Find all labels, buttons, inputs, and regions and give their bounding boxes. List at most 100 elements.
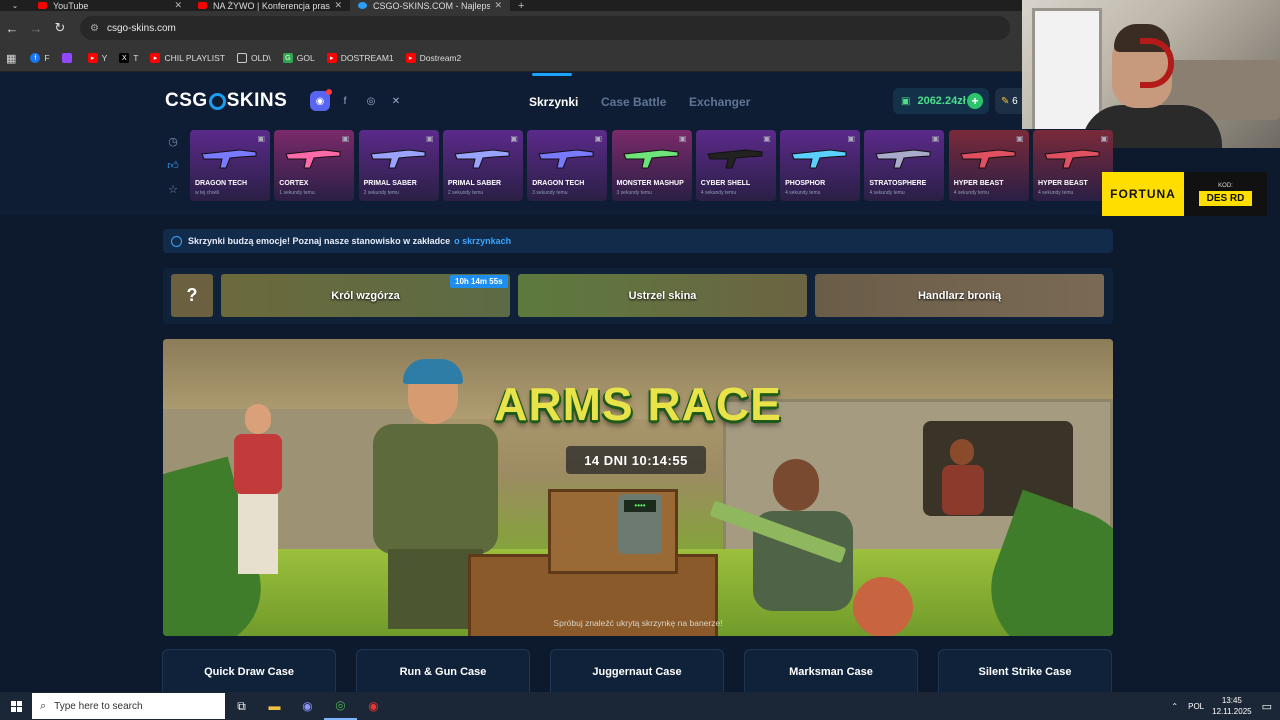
drop-item[interactable]: ▣ HYPER BEAST 4 sekundy temu bbox=[1033, 130, 1113, 201]
drop-time: 4 sekundy temu bbox=[700, 190, 737, 196]
drop-time: 4 sekundy temu bbox=[785, 190, 821, 196]
case-icon: ▣ bbox=[257, 134, 265, 143]
drop-item[interactable]: ▣ CYBER SHELL 4 sekundy temu bbox=[695, 130, 776, 201]
x-icon: X bbox=[119, 53, 130, 63]
star-icon[interactable]: ☆ bbox=[166, 183, 180, 196]
nav-active-indicator bbox=[532, 73, 572, 76]
thumbs-up-icon[interactable]: 👍︎ bbox=[166, 159, 180, 172]
site-info-icon[interactable]: ⚙ bbox=[90, 23, 99, 34]
apps-grid-icon[interactable]: ▦ bbox=[6, 52, 16, 65]
add-funds-button[interactable]: + bbox=[967, 93, 983, 109]
weapon-skin-image bbox=[874, 144, 932, 170]
language-indicator[interactable]: POL bbox=[1188, 702, 1204, 711]
drop-time: w tej chwili bbox=[195, 190, 219, 196]
drop-name: DRAGON TECH bbox=[195, 180, 248, 187]
discord-taskbar-icon[interactable]: ◉ bbox=[291, 692, 324, 720]
drop-item[interactable]: ▣ DRAGON TECH w tej chwili bbox=[190, 130, 270, 201]
coins-widget[interactable]: ✎ 6 bbox=[995, 88, 1022, 114]
case-icon: ▣ bbox=[341, 134, 350, 143]
tab-title: CSGO-SKINS.COM - Najlepsze bbox=[373, 0, 491, 11]
drop-name: CYBER SHELL bbox=[700, 180, 751, 187]
weapon-skin-image bbox=[959, 144, 1017, 170]
chevron-up-icon[interactable]: ⌃ bbox=[1171, 702, 1178, 711]
site-logo[interactable]: CSG SKINS bbox=[165, 90, 287, 112]
banner-title: ARMS RACE bbox=[494, 378, 782, 430]
facebook-icon[interactable]: f bbox=[335, 91, 355, 111]
discord-icon[interactable]: ◉ bbox=[310, 89, 332, 111]
drop-name: STRATOSPHERE bbox=[869, 180, 927, 187]
case-card[interactable]: Marksman Case bbox=[744, 649, 918, 693]
url-input[interactable]: ⚙ csgo-skins.com bbox=[80, 16, 1010, 40]
tab-csgo-skins[interactable]: CSGO-SKINS.COM - Najlepsze ✕ bbox=[350, 0, 510, 11]
drop-item[interactable]: ▣ STRATOSPHERE 4 sekundy temu bbox=[864, 130, 945, 201]
event-ustrzel-skina[interactable]: Ustrzel skina bbox=[518, 274, 807, 317]
balance-widget[interactable]: ▣ 2062.24zł + bbox=[893, 88, 989, 114]
tab-youtube[interactable]: YouTube ✕ bbox=[30, 0, 190, 11]
logo-target-icon bbox=[208, 92, 226, 110]
drop-item[interactable]: ▣ PRIMAL SABER 2 sekundy temu bbox=[442, 130, 523, 201]
tab-search-icon[interactable]: ⌄ bbox=[0, 0, 30, 11]
soldier-character-image bbox=[938, 439, 988, 519]
event-handlarz-bronia[interactable]: Handlarz bronią bbox=[815, 274, 1104, 317]
case-card[interactable]: Quick Draw Case bbox=[162, 649, 336, 693]
drop-item[interactable]: ▣ PHOSPHOR 4 sekundy temu bbox=[780, 130, 861, 201]
drop-name: CORTEX bbox=[279, 180, 309, 187]
x-icon[interactable]: ✕ bbox=[386, 91, 406, 111]
file-explorer-icon[interactable]: ▬ bbox=[258, 692, 291, 720]
address-bar-row: ← → ↻ ⚙ csgo-skins.com bbox=[0, 11, 1022, 45]
windows-start-icon[interactable] bbox=[0, 692, 32, 720]
drop-item[interactable]: ▣ MONSTER MASHUP 3 sekundy temu bbox=[611, 130, 692, 201]
arms-race-banner[interactable]: •••• ARMS RACE 14 DNI 10:14:55 Spróbuj z… bbox=[163, 339, 1113, 636]
case-icon: ▣ bbox=[594, 134, 603, 143]
bookmark-gol[interactable]: G GOL bbox=[282, 53, 315, 63]
fortuna-logo: FORTUNA bbox=[1102, 172, 1184, 216]
site-header bbox=[0, 72, 1022, 129]
close-tab-icon[interactable]: ✕ bbox=[174, 0, 182, 11]
clock-icon[interactable]: ◷ bbox=[166, 135, 180, 148]
task-view-icon[interactable]: ⧉ bbox=[225, 692, 258, 720]
nav-exchanger[interactable]: Exchanger bbox=[689, 95, 750, 109]
bookmark-t[interactable]: XT bbox=[119, 53, 138, 63]
bookmark-chil-playlist[interactable]: ▸ CHIL PLAYLIST bbox=[150, 53, 225, 63]
case-icon: ▣ bbox=[1016, 134, 1024, 143]
drop-item[interactable]: ▣ HYPER BEAST 4 sekundy temu bbox=[948, 130, 1029, 201]
drop-item[interactable]: ▣ CORTEX 1 sekundy temu bbox=[274, 130, 355, 201]
drop-item[interactable]: ▣ PRIMAL SABER 2 sekundy temu bbox=[358, 130, 439, 201]
nav-case-battle[interactable]: Case Battle bbox=[601, 95, 666, 109]
chrome-taskbar-icon[interactable]: ◎ bbox=[324, 692, 357, 720]
system-tray: ⌃ POL 13:45 12.11.2025 ▭ bbox=[1171, 692, 1280, 720]
tab-konferencja[interactable]: NA ŻYWO | Konferencja prasow ✕ bbox=[190, 0, 350, 11]
forward-icon[interactable]: → bbox=[24, 21, 48, 36]
case-card[interactable]: Run & Gun Case bbox=[356, 649, 530, 693]
info-link[interactable]: o skrzynkach bbox=[454, 236, 511, 246]
case-card[interactable]: Juggernaut Case bbox=[550, 649, 724, 693]
bookmark-y[interactable]: ▸ Y bbox=[87, 53, 107, 63]
bookmarks-bar: ▦ fF ▸ Y XT ▸ CHIL PLAYLIST OLD\ G GOL ▸ DOS… bbox=[0, 45, 1022, 72]
bookmark-dostream1[interactable]: ▸ DOSTREAM1 bbox=[326, 53, 394, 63]
reload-icon[interactable]: ↻ bbox=[48, 20, 72, 36]
banner-hint: Spróbuj znaleźć ukrytą skrzynkę na baner… bbox=[553, 618, 723, 628]
obs-taskbar-icon[interactable]: ◉ bbox=[357, 692, 390, 720]
bookmark-old[interactable]: OLD\ bbox=[236, 53, 271, 63]
weapon-skin-image bbox=[622, 144, 680, 170]
bookmark-twitch[interactable] bbox=[61, 53, 76, 63]
case-card[interactable]: Silent Strike Case bbox=[938, 649, 1112, 693]
instagram-icon[interactable]: ◎ bbox=[361, 91, 381, 111]
drop-name: MONSTER MASHUP bbox=[616, 180, 684, 187]
back-icon[interactable]: ← bbox=[0, 21, 24, 36]
mystery-event-button[interactable]: ? bbox=[171, 274, 213, 317]
notifications-icon[interactable]: ▭ bbox=[1262, 700, 1272, 713]
bookmark-dostream2[interactable]: ▸ Dostream2 bbox=[405, 53, 461, 63]
youtube-icon: ▸ bbox=[150, 53, 161, 63]
taskbar-search-input[interactable]: ⌕ Type here to search bbox=[32, 693, 225, 719]
case-icon: ▣ bbox=[763, 134, 771, 143]
close-tab-icon[interactable]: ✕ bbox=[494, 0, 502, 11]
new-tab-icon[interactable]: + bbox=[518, 0, 524, 12]
code-label: KOD: bbox=[1218, 182, 1233, 189]
clock[interactable]: 13:45 12.11.2025 bbox=[1212, 695, 1251, 717]
bookmark-f[interactable]: fF bbox=[30, 53, 50, 63]
facebook-icon: f bbox=[30, 53, 41, 63]
close-tab-icon[interactable]: ✕ bbox=[334, 0, 342, 11]
drop-item[interactable]: ▣ DRAGON TECH 3 sekundy temu bbox=[527, 130, 608, 201]
nav-skrzynki[interactable]: Skrzynki bbox=[529, 95, 578, 109]
